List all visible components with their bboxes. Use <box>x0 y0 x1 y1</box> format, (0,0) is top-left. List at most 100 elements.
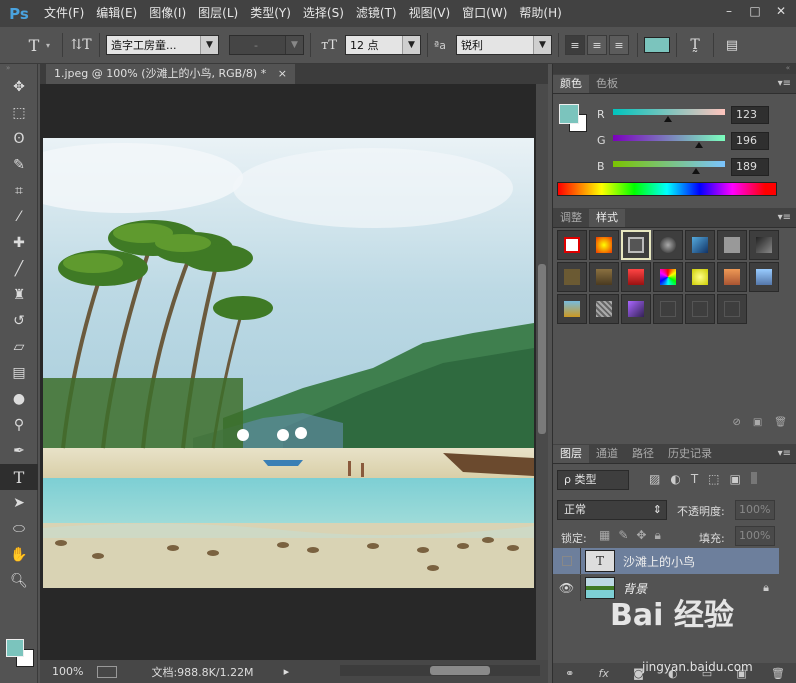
smart-object-filter-icon[interactable]: ▣ <box>730 472 741 486</box>
text-color-swatch[interactable] <box>644 37 671 53</box>
tab-color[interactable]: 颜色 <box>553 75 589 93</box>
blur-tool-icon[interactable]: ● <box>0 386 38 412</box>
style-swatch[interactable] <box>685 294 715 324</box>
tool-preset-arrow-icon[interactable]: ▾ <box>46 41 50 50</box>
character-panel-icon[interactable]: ▤ <box>720 33 744 57</box>
tab-swatches[interactable]: 色板 <box>589 75 625 93</box>
style-swatch[interactable] <box>589 262 619 292</box>
layer-filter-select[interactable]: ρ 类型 <box>557 470 629 490</box>
lock-transparent-icon[interactable]: ▦ <box>599 528 610 543</box>
red-slider-thumb[interactable] <box>664 116 672 122</box>
quick-selection-tool-icon[interactable]: ✎ <box>0 152 38 178</box>
lock-position-icon[interactable]: ✥ <box>636 528 646 543</box>
style-swatch[interactable] <box>749 262 779 292</box>
panel-collapse-icon[interactable]: » <box>0 64 37 74</box>
layer-visibility-toggle[interactable] <box>553 548 581 574</box>
style-swatch[interactable] <box>653 230 683 260</box>
style-swatch[interactable] <box>717 230 747 260</box>
lock-all-icon[interactable]: 🔒︎ <box>654 528 660 543</box>
status-preview-icon[interactable] <box>97 665 118 678</box>
style-swatch[interactable] <box>653 262 683 292</box>
layer-name[interactable]: 沙滩上的小鸟 <box>623 553 695 570</box>
style-swatch[interactable] <box>685 262 715 292</box>
style-swatch[interactable] <box>621 294 651 324</box>
green-slider-thumb[interactable] <box>695 142 703 148</box>
document-tab[interactable]: 1.jpeg @ 100% (沙滩上的小鸟, RGB/8) * × <box>46 64 295 84</box>
style-swatch[interactable] <box>589 294 619 324</box>
move-tool-icon[interactable]: ✥ <box>0 74 38 100</box>
path-selection-tool-icon[interactable]: ➤ <box>0 490 38 516</box>
type-filter-icon[interactable]: T <box>691 472 698 486</box>
tab-close-icon[interactable]: × <box>278 67 287 80</box>
red-value-input[interactable]: 123 <box>731 106 769 124</box>
adjustment-filter-icon[interactable]: ◐ <box>670 472 680 486</box>
type-tool-icon[interactable]: T <box>22 33 46 57</box>
history-brush-tool-icon[interactable]: ↺ <box>0 308 38 334</box>
menu-type[interactable]: 类型(Y) <box>244 0 297 27</box>
tab-paths[interactable]: 路径 <box>625 445 661 463</box>
vertical-scrollbar[interactable] <box>536 84 548 660</box>
blue-slider-thumb[interactable] <box>692 168 700 174</box>
font-style-select[interactable]: - ▼ <box>229 35 305 55</box>
green-value-input[interactable]: 196 <box>731 132 769 150</box>
menu-view[interactable]: 视图(V) <box>403 0 457 27</box>
healing-brush-tool-icon[interactable]: ✚ <box>0 230 38 256</box>
lasso-tool-icon[interactable]: ʘ <box>0 126 38 152</box>
opacity-input[interactable]: 100% <box>735 500 775 520</box>
tab-styles[interactable]: 样式 <box>589 209 625 227</box>
menu-image[interactable]: 图像(I) <box>143 0 192 27</box>
style-swatch[interactable] <box>589 230 619 260</box>
dodge-tool-icon[interactable]: ⚲ <box>0 412 38 438</box>
status-menu-arrow-icon[interactable]: ▸ <box>284 665 290 678</box>
menu-filter[interactable]: 滤镜(T) <box>350 0 403 27</box>
menu-file[interactable]: 文件(F) <box>38 0 90 27</box>
crop-tool-icon[interactable]: ⌗ <box>0 178 38 204</box>
style-swatch[interactable] <box>717 262 747 292</box>
canvas-area[interactable] <box>40 84 536 660</box>
menu-layer[interactable]: 图层(L) <box>192 0 244 27</box>
clear-style-icon[interactable]: ⊘ <box>732 417 740 428</box>
font-size-select[interactable]: 12 点 ▼ <box>345 35 422 55</box>
panel-menu-icon[interactable]: ▾≡ <box>778 448 791 459</box>
style-swatch[interactable] <box>685 230 715 260</box>
antialias-select[interactable]: 锐利 ▼ <box>456 35 553 55</box>
menu-edit[interactable]: 编辑(E) <box>90 0 143 27</box>
eyedropper-tool-icon[interactable]: ⁄ <box>0 204 38 230</box>
shape-filter-icon[interactable]: ⬚ <box>708 472 719 486</box>
style-swatch[interactable] <box>557 262 587 292</box>
red-slider[interactable]: R 123 <box>597 106 787 126</box>
warp-text-icon[interactable]: T̰ <box>683 33 707 57</box>
gradient-tool-icon[interactable]: ▤ <box>0 360 38 386</box>
foreground-color-chip[interactable] <box>559 104 579 124</box>
pen-tool-icon[interactable]: ✒ <box>0 438 38 464</box>
minimize-button[interactable]: – <box>716 2 742 21</box>
new-style-icon[interactable]: ▣ <box>753 417 762 428</box>
panel-menu-icon[interactable]: ▾≡ <box>778 78 791 89</box>
close-button[interactable]: ✕ <box>768 2 794 21</box>
type-tool-icon[interactable]: T <box>0 464 38 490</box>
maximize-button[interactable]: □ <box>742 2 768 21</box>
layer-row[interactable]: T 沙滩上的小鸟 <box>553 548 779 574</box>
trash-icon[interactable]: 🗑︎ <box>774 417 787 428</box>
foreground-color-swatch[interactable] <box>6 639 24 657</box>
menu-window[interactable]: 窗口(W) <box>456 0 513 27</box>
blue-value-input[interactable]: 189 <box>731 158 769 176</box>
blend-mode-select[interactable]: 正常 ⇕ <box>557 500 667 520</box>
horizontal-scroll-thumb[interactable] <box>430 666 490 675</box>
pixel-filter-icon[interactable]: ▨ <box>649 472 660 486</box>
green-slider[interactable]: G 196 <box>597 132 787 152</box>
vertical-scroll-thumb[interactable] <box>538 264 546 434</box>
tab-adjustments[interactable]: 调整 <box>553 209 589 227</box>
brush-tool-icon[interactable]: ╱ <box>0 256 38 282</box>
ellipse-tool-icon[interactable]: ⬭ <box>0 516 38 542</box>
style-swatch[interactable] <box>749 230 779 260</box>
panel-menu-icon[interactable]: ▾≡ <box>778 212 791 223</box>
style-swatch[interactable] <box>557 230 587 260</box>
menu-help[interactable]: 帮助(H) <box>513 0 567 27</box>
eye-icon[interactable]: 👁︎ <box>553 575 581 601</box>
style-swatch[interactable] <box>621 262 651 292</box>
align-right-button[interactable]: ≡ <box>609 35 630 55</box>
tab-history[interactable]: 历史记录 <box>661 445 719 463</box>
zoom-tool-icon[interactable]: 🔍︎ <box>0 568 38 594</box>
eraser-tool-icon[interactable]: ▱ <box>0 334 38 360</box>
